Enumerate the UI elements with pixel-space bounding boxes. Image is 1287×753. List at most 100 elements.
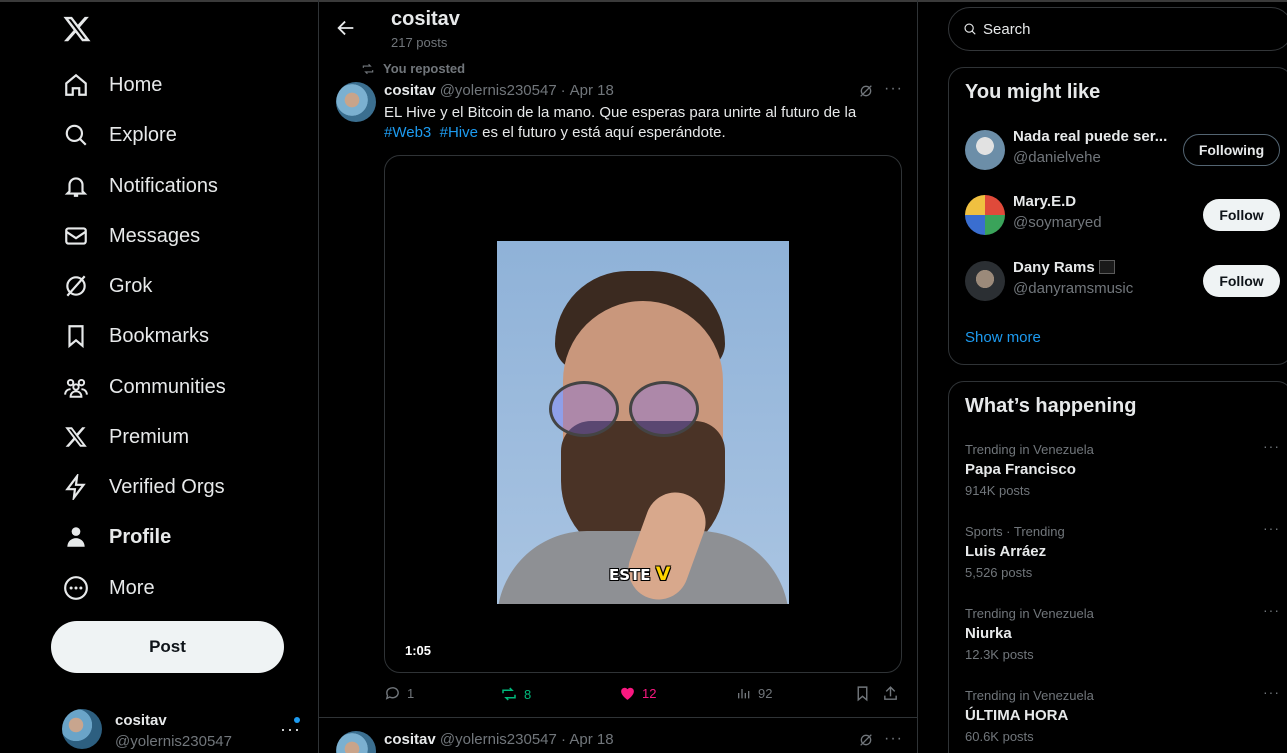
share-icon	[884, 686, 897, 700]
nav-item-premium[interactable]: Premium	[62, 417, 189, 457]
nav-label-messages: Messages	[109, 224, 201, 247]
nav-item-grok[interactable]: Grok	[62, 266, 152, 306]
share-button[interactable]	[882, 685, 899, 702]
trend-item[interactable]: Sports · Trending Luis Arráez 5,526 post…	[965, 520, 1285, 584]
avatar	[62, 709, 102, 749]
x-logo-icon[interactable]	[62, 14, 92, 44]
post-count: 217 posts	[391, 35, 448, 50]
who-to-follow-title: You might like	[965, 81, 1101, 103]
tweet-avatar[interactable]	[336, 731, 376, 753]
suggestion-item[interactable]: Nada real puede ser... @danielvehe Follo…	[965, 126, 1285, 174]
suggestion-name: Dany Rams	[1013, 259, 1115, 276]
nav-label-grok: Grok	[109, 274, 153, 297]
like-button[interactable]: 12	[619, 685, 656, 702]
tweet-author-handle[interactable]: @yolernis230547	[440, 82, 557, 99]
avatar	[965, 261, 1005, 301]
more-dots-icon[interactable]: ···	[280, 719, 301, 740]
tweet-more-icon[interactable]: ···	[884, 80, 903, 98]
separator: ·	[560, 82, 566, 99]
suggestion-item[interactable]: Dany Rams @danyramsmusic Follow	[965, 257, 1285, 305]
trend-item[interactable]: Trending in Venezuela Papa Francisco 914…	[965, 438, 1285, 502]
video-player[interactable]: ESTE V 1:05	[384, 155, 902, 673]
reply-count: 1	[407, 686, 415, 701]
trend-item[interactable]: Trending in Venezuela Niurka 12.3K posts…	[965, 602, 1285, 666]
grok-icon[interactable]	[858, 732, 874, 753]
x-premium-icon	[62, 423, 90, 451]
nav-label-verified-orgs: Verified Orgs	[109, 475, 225, 498]
repost-count: 8	[524, 686, 532, 702]
person-icon	[62, 523, 90, 551]
following-button[interactable]: Following	[1183, 134, 1280, 166]
video-glasses-right	[629, 381, 699, 437]
tweet-date[interactable]: Apr 18	[570, 82, 614, 99]
suggestion-handle: @danyramsmusic	[1013, 280, 1134, 297]
post-button[interactable]: Post	[51, 621, 284, 673]
trend-context: Trending in Venezuela	[965, 442, 1094, 457]
repost-indicator: You reposted	[361, 61, 465, 76]
views-button[interactable]: 92	[736, 685, 772, 701]
suggestion-item[interactable]: Mary.E.D @soymaryed Follow	[965, 191, 1285, 239]
video-caption-text: ESTE	[609, 566, 651, 584]
tweet-author-handle[interactable]: @yolernis230547	[440, 731, 557, 748]
search-bar[interactable]	[948, 7, 1287, 51]
reply-button[interactable]: 1	[384, 685, 414, 702]
whats-happening-card: What’s happening Trending in Venezuela P…	[948, 381, 1287, 753]
video-caption-mark: V	[655, 563, 671, 585]
tweet-text-line2: es el futuro y está aquí esperándote.	[482, 124, 726, 141]
tweet-author-name[interactable]: cositav	[384, 82, 436, 99]
nav-item-bookmarks[interactable]: Bookmarks	[62, 316, 209, 356]
home-icon	[62, 71, 90, 99]
suggestion-handle: @soymaryed	[1013, 214, 1102, 231]
who-to-follow-card: You might like Nada real puede ser... @d…	[948, 67, 1287, 365]
heart-icon	[621, 687, 634, 700]
nav-label-notifications: Notifications	[109, 174, 218, 197]
account-switcher[interactable]: cositav @yolernis230547 ···	[62, 707, 307, 753]
tweet-avatar[interactable]	[336, 82, 376, 122]
account-handle: @yolernis230547	[115, 733, 232, 750]
repost-button[interactable]: 8	[500, 685, 531, 703]
bookmark-button[interactable]	[854, 685, 871, 702]
nav-item-verified-orgs[interactable]: Verified Orgs	[62, 467, 225, 507]
trend-more-icon[interactable]: ···	[1263, 684, 1280, 700]
nav-item-explore[interactable]: Explore	[62, 115, 177, 155]
hashtag-hive[interactable]: #Hive	[440, 124, 478, 141]
like-count: 12	[642, 686, 657, 701]
avatar	[965, 195, 1005, 235]
tweet-header: cositav @yolernis230547 · Apr 18	[384, 82, 614, 99]
nav-item-communities[interactable]: Communities	[62, 367, 226, 407]
nav-item-home[interactable]: Home	[62, 65, 162, 105]
search-icon	[964, 23, 976, 35]
nav-item-notifications[interactable]: Notifications	[62, 166, 218, 206]
follow-button[interactable]: Follow	[1203, 265, 1280, 297]
hashtag-web3[interactable]: #Web3	[384, 124, 431, 141]
tweet-header: cositav @yolernis230547 · Apr 18	[384, 731, 614, 748]
trend-more-icon[interactable]: ···	[1263, 438, 1280, 454]
back-arrow-icon[interactable]	[335, 17, 357, 39]
suggestion-name: Nada real puede ser...	[1013, 128, 1168, 145]
nav-label-premium: Premium	[109, 425, 190, 448]
show-more-link[interactable]: Show more	[965, 329, 1041, 346]
tweet-date[interactable]: Apr 18	[569, 731, 613, 748]
trend-name: ÚLTIMA HORA	[965, 707, 1069, 724]
avatar	[965, 130, 1005, 170]
nav-item-more[interactable]: More	[62, 568, 155, 608]
page-title: cositav	[391, 8, 460, 30]
tweet-more-icon[interactable]: ···	[884, 730, 903, 748]
primary-nav: Home Explore Notifications Messages Grok…	[0, 0, 318, 753]
grok-icon[interactable]	[858, 83, 874, 104]
nav-item-profile[interactable]: Profile	[62, 517, 171, 557]
search-icon	[62, 121, 90, 149]
search-input[interactable]	[983, 20, 1263, 38]
trend-more-icon[interactable]: ···	[1263, 520, 1280, 536]
video-frame[interactable]: ESTE V	[497, 241, 789, 604]
nav-item-messages[interactable]: Messages	[62, 216, 200, 256]
trend-more-icon[interactable]: ···	[1263, 602, 1280, 618]
bell-icon	[62, 172, 90, 200]
bookmark-icon	[62, 322, 90, 350]
tweet-author-name[interactable]: cositav	[384, 731, 436, 748]
whats-happening-title: What’s happening	[965, 395, 1137, 417]
follow-button[interactable]: Follow	[1203, 199, 1280, 231]
trend-post-count: 914K posts	[965, 483, 1031, 498]
trend-item[interactable]: Trending in Venezuela ÚLTIMA HORA 60.6K …	[965, 684, 1285, 748]
nav-label-home: Home	[109, 73, 163, 96]
